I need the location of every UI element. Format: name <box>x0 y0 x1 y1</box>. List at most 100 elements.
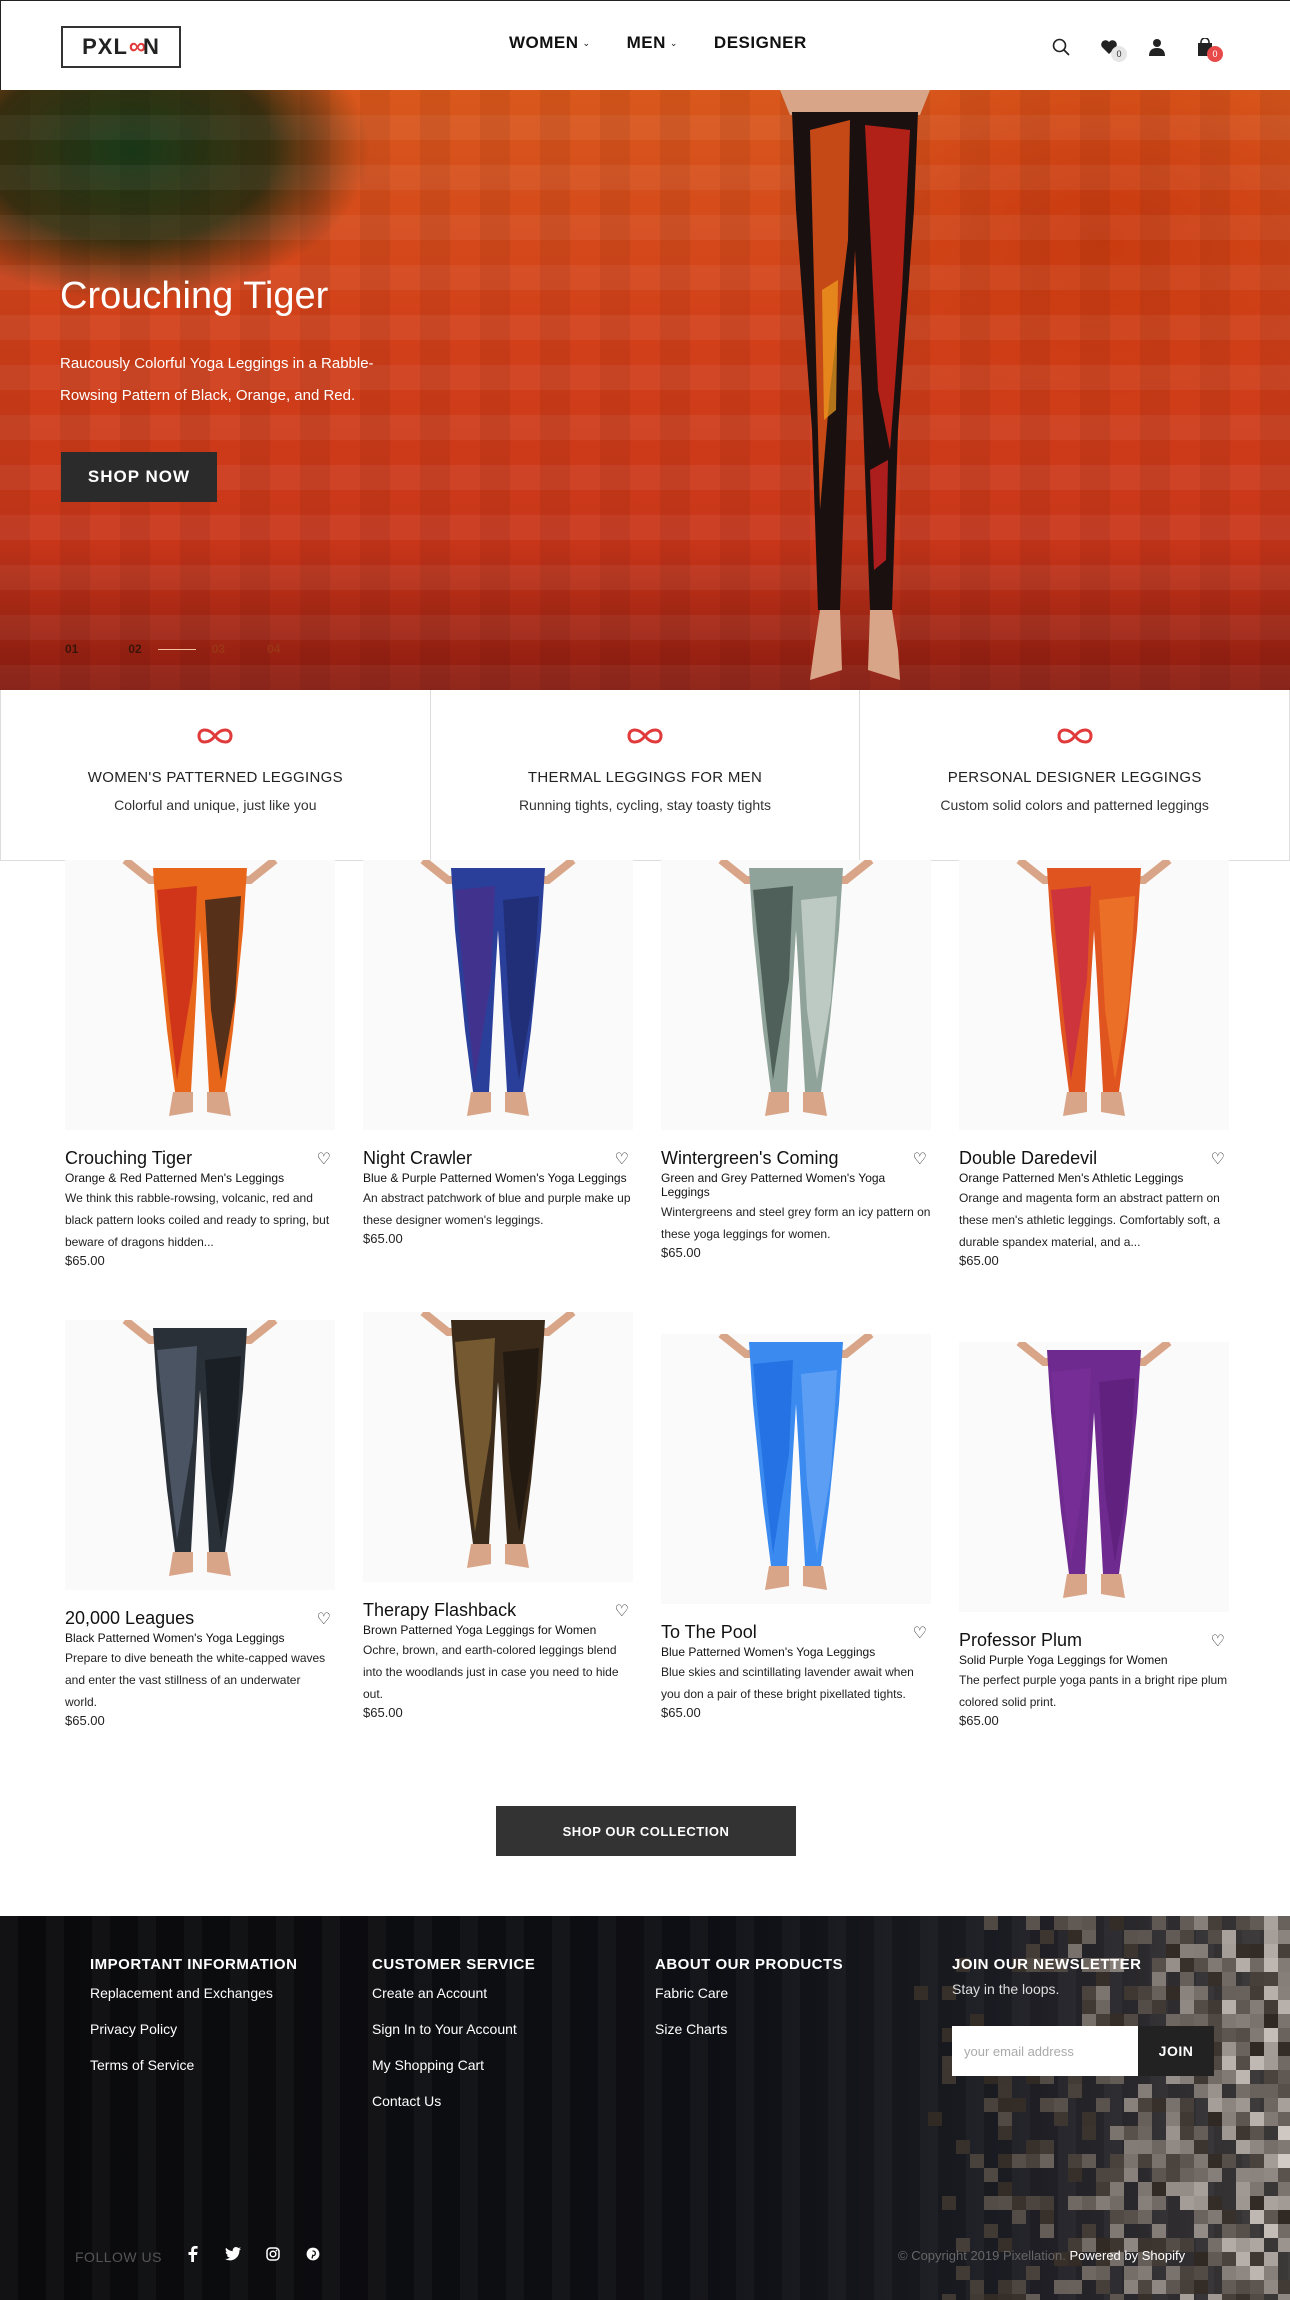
main-nav: WOMEN ⌄ MEN ⌄ DESIGNER <box>509 33 807 53</box>
product-description: The perfect purple yoga pants in a brigh… <box>959 1673 1228 1709</box>
hero-subtitle: Raucously Colorful Yoga Leggings in a Ra… <box>60 355 374 404</box>
product-card[interactable]: Double Daredevil ♡ Orange Patterned Men's … <box>959 860 1229 1268</box>
newsletter-subtitle: Stay in the loops. <box>952 1981 1060 1997</box>
header-actions: 0 0 <box>1037 34 1229 62</box>
product-subtitle: Green and Grey Patterned Women's Yoga Le… <box>661 1171 886 1199</box>
product-name-row: Double Daredevil ♡ <box>959 1148 1229 1169</box>
heart-icon[interactable]: ♡ <box>913 1149 927 1169</box>
shop-now-button[interactable]: SHOP NOW <box>61 452 217 502</box>
product-name-row: Night Crawler ♡ <box>363 1148 633 1169</box>
slide-02[interactable]: 02 <box>128 642 141 656</box>
shop-collection-button[interactable]: SHOP OUR COLLECTION <box>496 1806 796 1856</box>
product-card[interactable]: Professor Plum ♡ Solid Purple Yoga Legging… <box>959 1342 1229 1728</box>
feature-desc: Colorful and unique, just like you <box>114 797 317 813</box>
instagram-icon[interactable] <box>264 2245 282 2263</box>
product-card[interactable]: Night Crawler ♡ Blue & Purple Patterned Wo… <box>363 860 633 1246</box>
footer-link-create-account[interactable]: Create an Account <box>372 1985 535 2001</box>
facebook-icon[interactable] <box>184 2245 202 2263</box>
product-name[interactable]: Professor Plum <box>959 1630 1082 1651</box>
slide-04[interactable]: 04 <box>267 642 280 656</box>
product-description: Orange and magenta form an abstract patt… <box>959 1191 1221 1249</box>
footer-link-cart[interactable]: My Shopping Cart <box>372 2057 535 2073</box>
footer-link-contact[interactable]: Contact Us <box>372 2093 535 2109</box>
footer-link-fabric-care[interactable]: Fabric Care <box>655 1985 843 2001</box>
slide-pagination: 01 02 03 04 <box>65 642 280 656</box>
nav-designer[interactable]: DESIGNER <box>714 33 807 53</box>
footer-col-info: IMPORTANT INFORMATION Replacement and Ex… <box>90 1956 297 2073</box>
product-image[interactable] <box>65 1320 335 1590</box>
feature-title: THERMAL LEGGINGS FOR MEN <box>527 769 763 786</box>
product-subtitle: Black Patterned Women's Yoga Leggings <box>65 1631 285 1645</box>
loop-icon: ∞ <box>128 33 146 60</box>
heart-icon[interactable]: ♡ <box>317 1609 331 1629</box>
product-description: Prepare to dive beneath the white-capped… <box>65 1651 326 1709</box>
feature-designer[interactable]: PERSONAL DESIGNER LEGGINGS Custom solid … <box>860 690 1289 860</box>
footer-link-replacements[interactable]: Replacement and Exchanges <box>90 1985 297 2001</box>
footer-link-size-charts[interactable]: Size Charts <box>655 2021 843 2037</box>
powered-by-link[interactable]: Powered by Shopify <box>1069 2248 1185 2263</box>
footer-link-terms[interactable]: Terms of Service <box>90 2057 297 2073</box>
product-card[interactable]: Wintergreen's Coming ♡ Green and Grey Patt… <box>661 860 931 1260</box>
product-card[interactable]: 20,000 Leagues ♡ Black Patterned Women's Y… <box>65 1320 335 1728</box>
product-name-row: Professor Plum ♡ <box>959 1630 1229 1651</box>
product-name-row: Therapy Flashback ♡ <box>363 1600 633 1621</box>
product-image[interactable] <box>959 1342 1229 1612</box>
newsletter-heading: JOIN OUR NEWSLETTER <box>952 1956 1142 1973</box>
product-name-row: Crouching Tiger ♡ <box>65 1148 335 1169</box>
product-image[interactable] <box>363 1312 633 1582</box>
product-image[interactable] <box>661 860 931 1130</box>
product-price: $65.00 <box>959 1253 999 1268</box>
hero-model-image <box>780 90 930 680</box>
heart-icon[interactable]: ♡ <box>1211 1149 1225 1169</box>
account-icon[interactable] <box>1133 34 1181 60</box>
product-name[interactable]: Therapy Flashback <box>363 1600 516 1621</box>
nav-women[interactable]: WOMEN ⌄ <box>509 33 591 53</box>
heart-icon[interactable]: ♡ <box>1211 1631 1225 1651</box>
product-name[interactable]: Crouching Tiger <box>65 1148 192 1169</box>
footer-col-service: CUSTOMER SERVICE Create an Account Sign … <box>372 1956 535 2109</box>
hero-title: Crouching Tiger <box>60 275 329 317</box>
product-card[interactable]: Therapy Flashback ♡ Brown Patterned Yoga L… <box>363 1312 633 1720</box>
feature-womens[interactable]: WOMEN'S PATTERNED LEGGINGS Colorful and … <box>1 690 431 860</box>
footer-link-sign-in[interactable]: Sign In to Your Account <box>372 2021 535 2037</box>
heart-icon[interactable]: ♡ <box>615 1601 629 1621</box>
product-name[interactable]: Double Daredevil <box>959 1148 1097 1169</box>
slide-01[interactable]: 01 <box>65 642 78 656</box>
heart-icon[interactable]: ♡ <box>317 1149 331 1169</box>
product-image[interactable] <box>65 860 335 1130</box>
product-name[interactable]: 20,000 Leagues <box>65 1608 194 1629</box>
wishlist-icon[interactable]: 0 <box>1085 34 1133 62</box>
product-image[interactable] <box>661 1334 931 1604</box>
product-name[interactable]: To The Pool <box>661 1622 757 1643</box>
product-name-row: 20,000 Leagues ♡ <box>65 1608 335 1629</box>
chevron-down-icon: ⌄ <box>582 37 591 48</box>
product-card[interactable]: Crouching Tiger ♡ Orange & Red Patterned M… <box>65 860 335 1268</box>
twitter-icon[interactable] <box>224 2245 242 2263</box>
slide-03[interactable]: 03 <box>212 642 225 656</box>
search-icon[interactable] <box>1037 34 1085 60</box>
site-logo[interactable]: PXL ∞ N <box>61 26 181 68</box>
cart-icon[interactable]: 0 <box>1181 34 1229 62</box>
footer-link-privacy[interactable]: Privacy Policy <box>90 2021 297 2037</box>
feature-mens[interactable]: THERMAL LEGGINGS FOR MEN Running tights,… <box>431 690 861 860</box>
loop-icon <box>1057 728 1093 744</box>
newsletter-join-button[interactable]: JOIN <box>1138 2026 1214 2076</box>
hero-banner: Crouching Tiger Raucously Colorful Yoga … <box>0 90 1290 690</box>
product-description: Wintergreens and steel grey form an icy … <box>661 1205 931 1241</box>
heart-icon[interactable]: ♡ <box>615 1149 629 1169</box>
product-subtitle: Orange & Red Patterned Men's Leggings <box>65 1171 285 1185</box>
product-price: $65.00 <box>65 1253 105 1268</box>
nav-men[interactable]: MEN ⌄ <box>627 33 678 53</box>
product-name[interactable]: Night Crawler <box>363 1148 472 1169</box>
footer-col-products: ABOUT OUR PRODUCTS Fabric Care Size Char… <box>655 1956 843 2037</box>
product-description: We think this rabble-rowsing, volcanic, … <box>65 1191 330 1249</box>
pinterest-icon[interactable] <box>304 2245 322 2263</box>
footer-col-newsletter: JOIN OUR NEWSLETTER Stay in the loops. <box>952 1956 1142 1997</box>
social-links <box>184 2245 322 2263</box>
product-name[interactable]: Wintergreen's Coming <box>661 1148 839 1169</box>
product-image[interactable] <box>959 860 1229 1130</box>
heart-icon[interactable]: ♡ <box>913 1623 927 1643</box>
product-image[interactable] <box>363 860 633 1130</box>
newsletter-email-input[interactable] <box>952 2026 1138 2076</box>
product-card[interactable]: To The Pool ♡ Blue Patterned Women's Yoga … <box>661 1334 931 1720</box>
